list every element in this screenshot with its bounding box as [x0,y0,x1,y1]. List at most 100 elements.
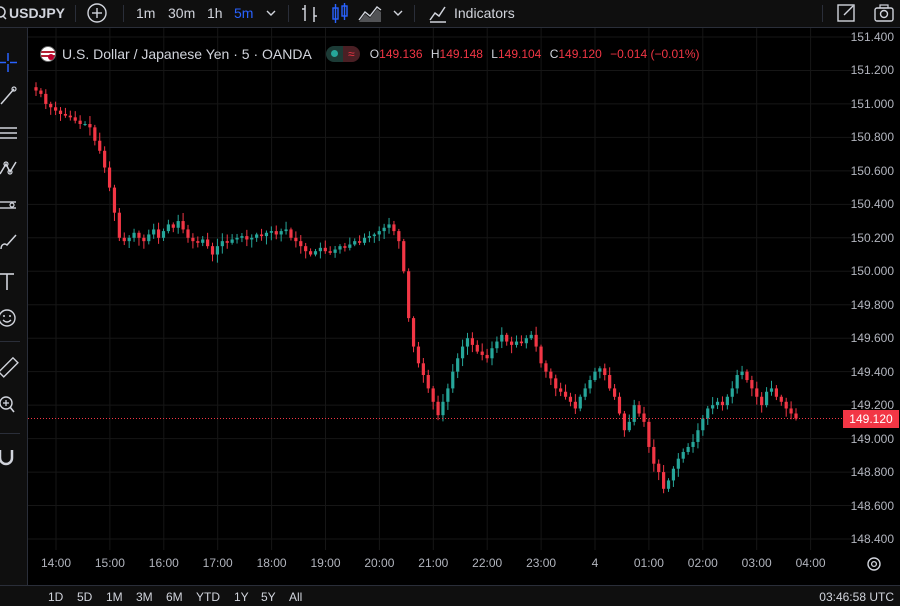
candle-down [612,388,617,397]
candle-up [127,237,131,242]
candle-up [372,234,376,237]
candle-up [490,348,494,359]
symbol-name[interactable]: USDJPY [9,0,65,27]
candle-down [39,90,43,94]
low-value: 149.104 [497,47,542,61]
text-tool-icon[interactable] [0,270,22,292]
range-button-1y[interactable]: 1Y [234,590,249,604]
candle-down [44,93,48,104]
candle-down [544,363,548,372]
candle-up [514,341,519,345]
candle-up [696,430,700,442]
candlestick-chart[interactable] [28,28,870,550]
candle-up [250,237,254,240]
close-value: 149.120 [558,47,602,61]
candle-down [426,375,430,389]
indicators-icon[interactable] [428,0,448,27]
chart-settings-gear-icon[interactable] [865,555,883,573]
candle-down [411,318,416,347]
candle-down [617,396,622,414]
timeframe-5m[interactable]: 5m [234,0,253,27]
candle-down [431,388,435,402]
snapshot-camera-icon[interactable] [873,0,897,27]
price-axis[interactable]: 151.400 151.200 151.000 150.800 150.600 150.4… [842,28,900,550]
candle-down [68,115,72,118]
prediction-tool-icon[interactable] [0,194,22,216]
range-button-1d[interactable]: 1D [48,590,63,604]
time-tick: 4 [591,556,599,570]
candle-down [304,246,308,252]
candle-down [470,338,474,345]
bar-style-icon[interactable] [300,0,320,27]
time-tick: 20:00 [364,556,395,570]
candle-up [166,224,170,232]
emoji-icon[interactable] [0,307,22,329]
data-delay-icon: ≈ [342,46,360,62]
open-value: 149.136 [379,47,423,61]
candle-down [274,231,278,235]
candle-down [392,224,396,232]
timeframe-1m[interactable]: 1m [136,0,155,27]
pattern-tool-icon[interactable] [0,158,22,180]
timeframe-1h[interactable]: 1h [207,0,223,27]
range-button-3m[interactable]: 3M [136,590,153,604]
chart-type-dropdown-chevron-icon[interactable] [392,0,404,27]
time-tick: 14:00 [40,556,72,570]
time-axis[interactable]: 14:00 15:00 16:00 17:00 18:00 19:00 20:00 21:00… [28,550,900,578]
range-button-1m[interactable]: 1M [106,590,123,604]
utc-clock[interactable]: 03:46:58 UTC [819,590,894,604]
ruler-icon[interactable] [0,356,22,378]
trend-line-icon[interactable] [0,84,22,106]
candle-up [284,229,288,232]
candle-down [745,371,749,381]
price-tick: 148.400 [850,532,894,546]
candles-icon[interactable] [330,0,350,27]
last-price-label: 149.120 [843,409,899,428]
candle-up [353,241,357,245]
time-tick: 16:00 [148,556,179,570]
crosshair-icon[interactable] [0,52,22,74]
price-tick: 149.600 [850,331,894,346]
time-tick: 01:00 [633,556,664,570]
range-button-all[interactable]: All [289,590,302,604]
candle-down [112,187,117,213]
brush-icon[interactable] [0,231,22,253]
candle-up [201,239,205,243]
symbol-search-icon[interactable] [0,0,8,27]
range-button-6m[interactable]: 6M [166,590,183,604]
candle-down [485,354,489,359]
fib-retracement-icon[interactable] [0,122,22,144]
candle-up [578,396,582,409]
candle-down [142,237,146,242]
fullscreen-icon[interactable] [836,0,856,27]
candle-up [686,446,690,452]
candle-up [377,231,381,235]
market-status-badge[interactable]: ≈ [325,46,360,62]
candle-down [662,472,666,489]
candle-down [436,401,440,416]
candle-up [460,346,465,359]
flag-icon [40,46,56,62]
candle-down [784,401,788,409]
candle-down [98,140,102,151]
candle-up [691,441,695,447]
candle-up [735,375,739,389]
range-button-5y[interactable]: 5Y [261,590,276,604]
timeframe-30m[interactable]: 30m [168,0,195,27]
candle-up [240,236,244,238]
timeframe-dropdown-chevron-icon[interactable] [265,0,277,27]
range-button-5d[interactable]: 5D [77,590,92,604]
price-tick: 149.400 [850,364,894,379]
indicators-button[interactable]: Indicators [454,0,515,27]
zoom-in-icon[interactable] [0,394,22,416]
candle-up [313,251,318,255]
candle-down [475,344,479,352]
drawing-toolbar [0,28,28,605]
compare-plus-icon[interactable] [86,0,108,27]
magnet-icon[interactable] [0,446,22,468]
chart-title[interactable]: U.S. Dollar / Japanese Yen · 5 · OANDA [62,46,312,62]
area-chart-icon[interactable] [357,0,383,27]
range-button-ytd[interactable]: YTD [196,590,220,604]
time-tick: 23:00 [526,556,557,570]
candle-up [715,401,720,406]
